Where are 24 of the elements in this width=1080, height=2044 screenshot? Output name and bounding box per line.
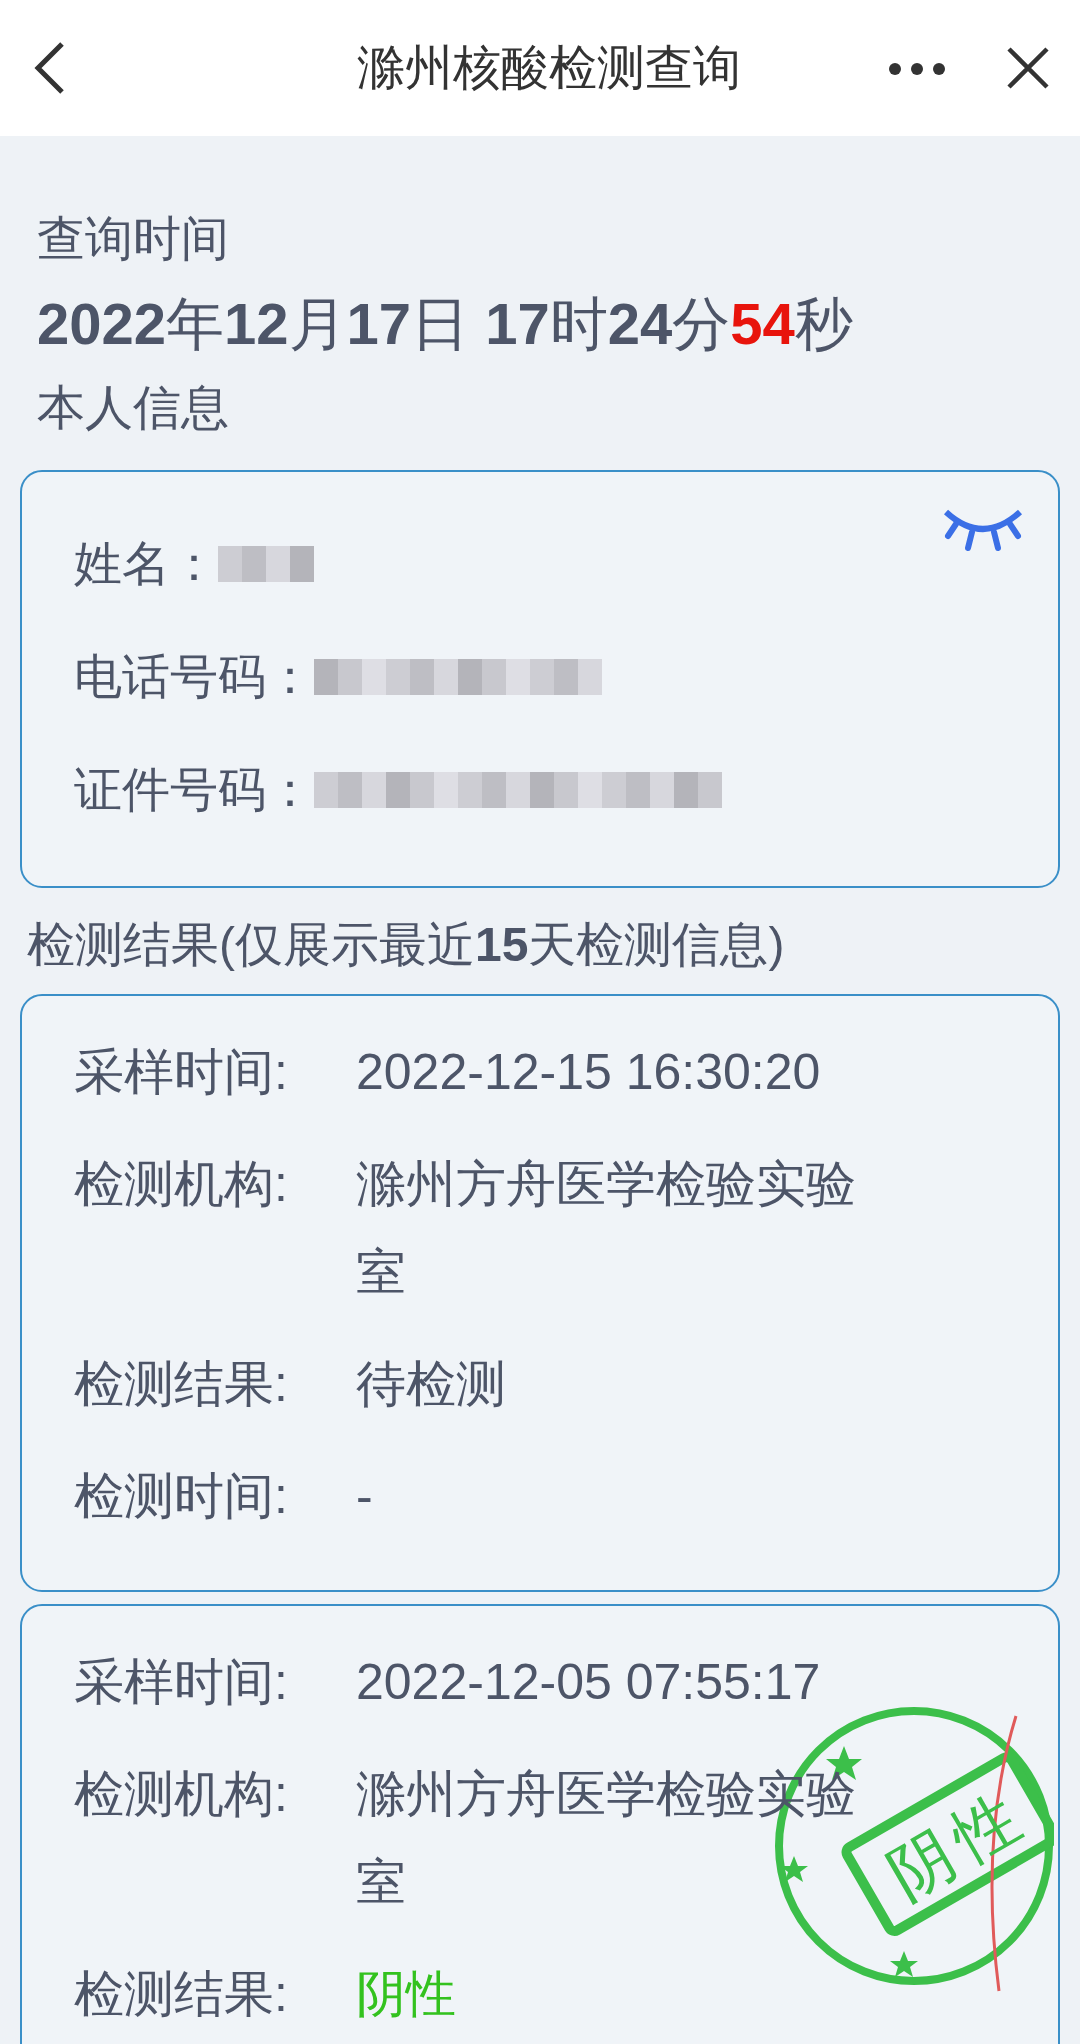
field-value: - [356,1467,373,1527]
more-button[interactable] [888,60,946,76]
field-label: 采样时间: [74,1653,289,1713]
section-title: 本人信息 [36,380,230,437]
field-value: 2022-12-05 07:55:17 [356,1653,821,1713]
field-value: 滁州方舟医学检验实验室 [356,1155,857,1303]
field-value: 阴性 [356,1965,456,2025]
field-label: 检测结果: [74,1355,289,1415]
field-label: 证件号码： [74,761,314,818]
field-value: 2022-12-15 16:30:20 [356,1043,821,1103]
field-label: 检测结果: [74,1965,289,2025]
close-button[interactable] [1006,46,1050,90]
section-title: 检测结果(仅展示最近15天检测信息) [26,916,786,973]
field-label: 姓名： [74,535,218,592]
field-label: 检测机构: [74,1155,289,1215]
field-label: 采样时间: [74,1043,289,1103]
page-title: 滁州核酸检测查询 [357,40,741,96]
close-icon [1006,46,1050,90]
field-label: 检测机构: [74,1765,289,1825]
field-value: 待检测 [356,1355,506,1415]
more-icon [888,61,946,76]
field-label: 检测时间: [74,1467,289,1527]
query-time-label: 查询时间 [36,211,230,267]
field-label: 电话号码： [74,648,314,705]
